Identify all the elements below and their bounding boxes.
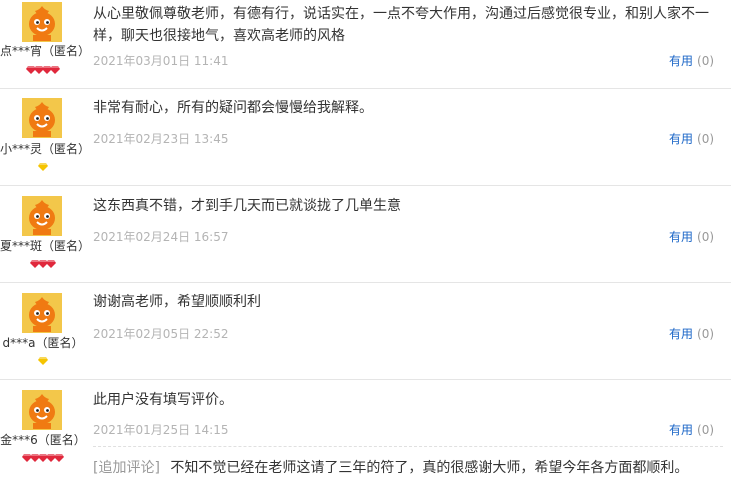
- reviewer-level-badges: [0, 260, 86, 270]
- useful-count: (0): [697, 423, 715, 437]
- review-date: 2021年02月23日 13:45: [93, 132, 229, 146]
- red-diamond-icon: [54, 454, 64, 462]
- useful-vote[interactable]: 有用 (0): [669, 52, 714, 69]
- useful-count: (0): [697, 54, 715, 68]
- reviewer-level-badges: [0, 454, 86, 464]
- useful-count: (0): [697, 327, 715, 341]
- useful-button[interactable]: 有用: [669, 132, 693, 146]
- useful-vote[interactable]: 有用 (0): [669, 325, 714, 342]
- review-separator: [0, 282, 731, 283]
- reviewer-name: d***a（匿名）: [2, 336, 84, 350]
- review-date: 2021年02月05日 22:52: [93, 327, 229, 341]
- review-separator: [0, 88, 731, 89]
- review-content: 非常有耐心，所有的疑问都会慢慢给我解释。: [93, 100, 373, 116]
- avatar[interactable]: [22, 390, 62, 430]
- review-date: 2021年01月25日 14:15: [93, 423, 229, 437]
- reviewer-name: 夏***斑（匿名）: [0, 239, 86, 253]
- review-date: 2021年03月01日 11:41: [93, 54, 229, 68]
- useful-button[interactable]: 有用: [669, 423, 693, 437]
- avatar[interactable]: [22, 196, 62, 236]
- useful-button[interactable]: 有用: [669, 230, 693, 244]
- red-diamond-icon: [46, 260, 56, 268]
- append-review: [追加评论] 不知不觉已经在老师这请了三年的符了，真的很感谢大师，希望今年各方面…: [93, 446, 723, 479]
- useful-button[interactable]: 有用: [669, 54, 693, 68]
- avatar[interactable]: [22, 98, 62, 138]
- reviewer-name: 点***宵（匿名）: [0, 44, 86, 58]
- useful-vote[interactable]: 有用 (0): [669, 228, 714, 245]
- reviewer-name: 金***6（匿名）: [0, 433, 86, 447]
- yellow-diamond-icon: [38, 357, 48, 365]
- review-content: 这东西真不错，才到手几天而已就谈拢了几单生意: [93, 198, 401, 214]
- append-review-tag: [追加评论]: [93, 460, 160, 476]
- useful-button[interactable]: 有用: [669, 327, 693, 341]
- useful-count: (0): [697, 132, 715, 146]
- useful-vote[interactable]: 有用 (0): [669, 421, 714, 438]
- review-content: 此用户没有填写评价。: [93, 392, 233, 408]
- append-review-content: 不知不觉已经在老师这请了三年的符了，真的很感谢大师，希望今年各方面都顺利。: [170, 460, 689, 476]
- avatar[interactable]: [22, 293, 62, 333]
- useful-vote[interactable]: 有用 (0): [669, 130, 714, 147]
- red-diamond-icon: [50, 66, 60, 74]
- yellow-diamond-icon: [38, 163, 48, 171]
- reviewer-name: 小***灵（匿名）: [0, 142, 86, 156]
- review-separator: [0, 379, 731, 380]
- review-separator: [0, 185, 731, 186]
- reviewer-level-badges: [0, 66, 86, 76]
- reviewer-level-badges: [0, 357, 86, 367]
- avatar[interactable]: [22, 2, 62, 42]
- review-date: 2021年02月24日 16:57: [93, 230, 229, 244]
- useful-count: (0): [697, 230, 715, 244]
- review-content: 从心里敬佩尊敬老师，有德有行，说话实在，一点不夸大作用，沟通过后感觉很专业，和别…: [93, 6, 709, 44]
- review-content: 谢谢高老师，希望顺顺利利: [93, 294, 261, 310]
- reviewer-level-badges: [0, 163, 86, 173]
